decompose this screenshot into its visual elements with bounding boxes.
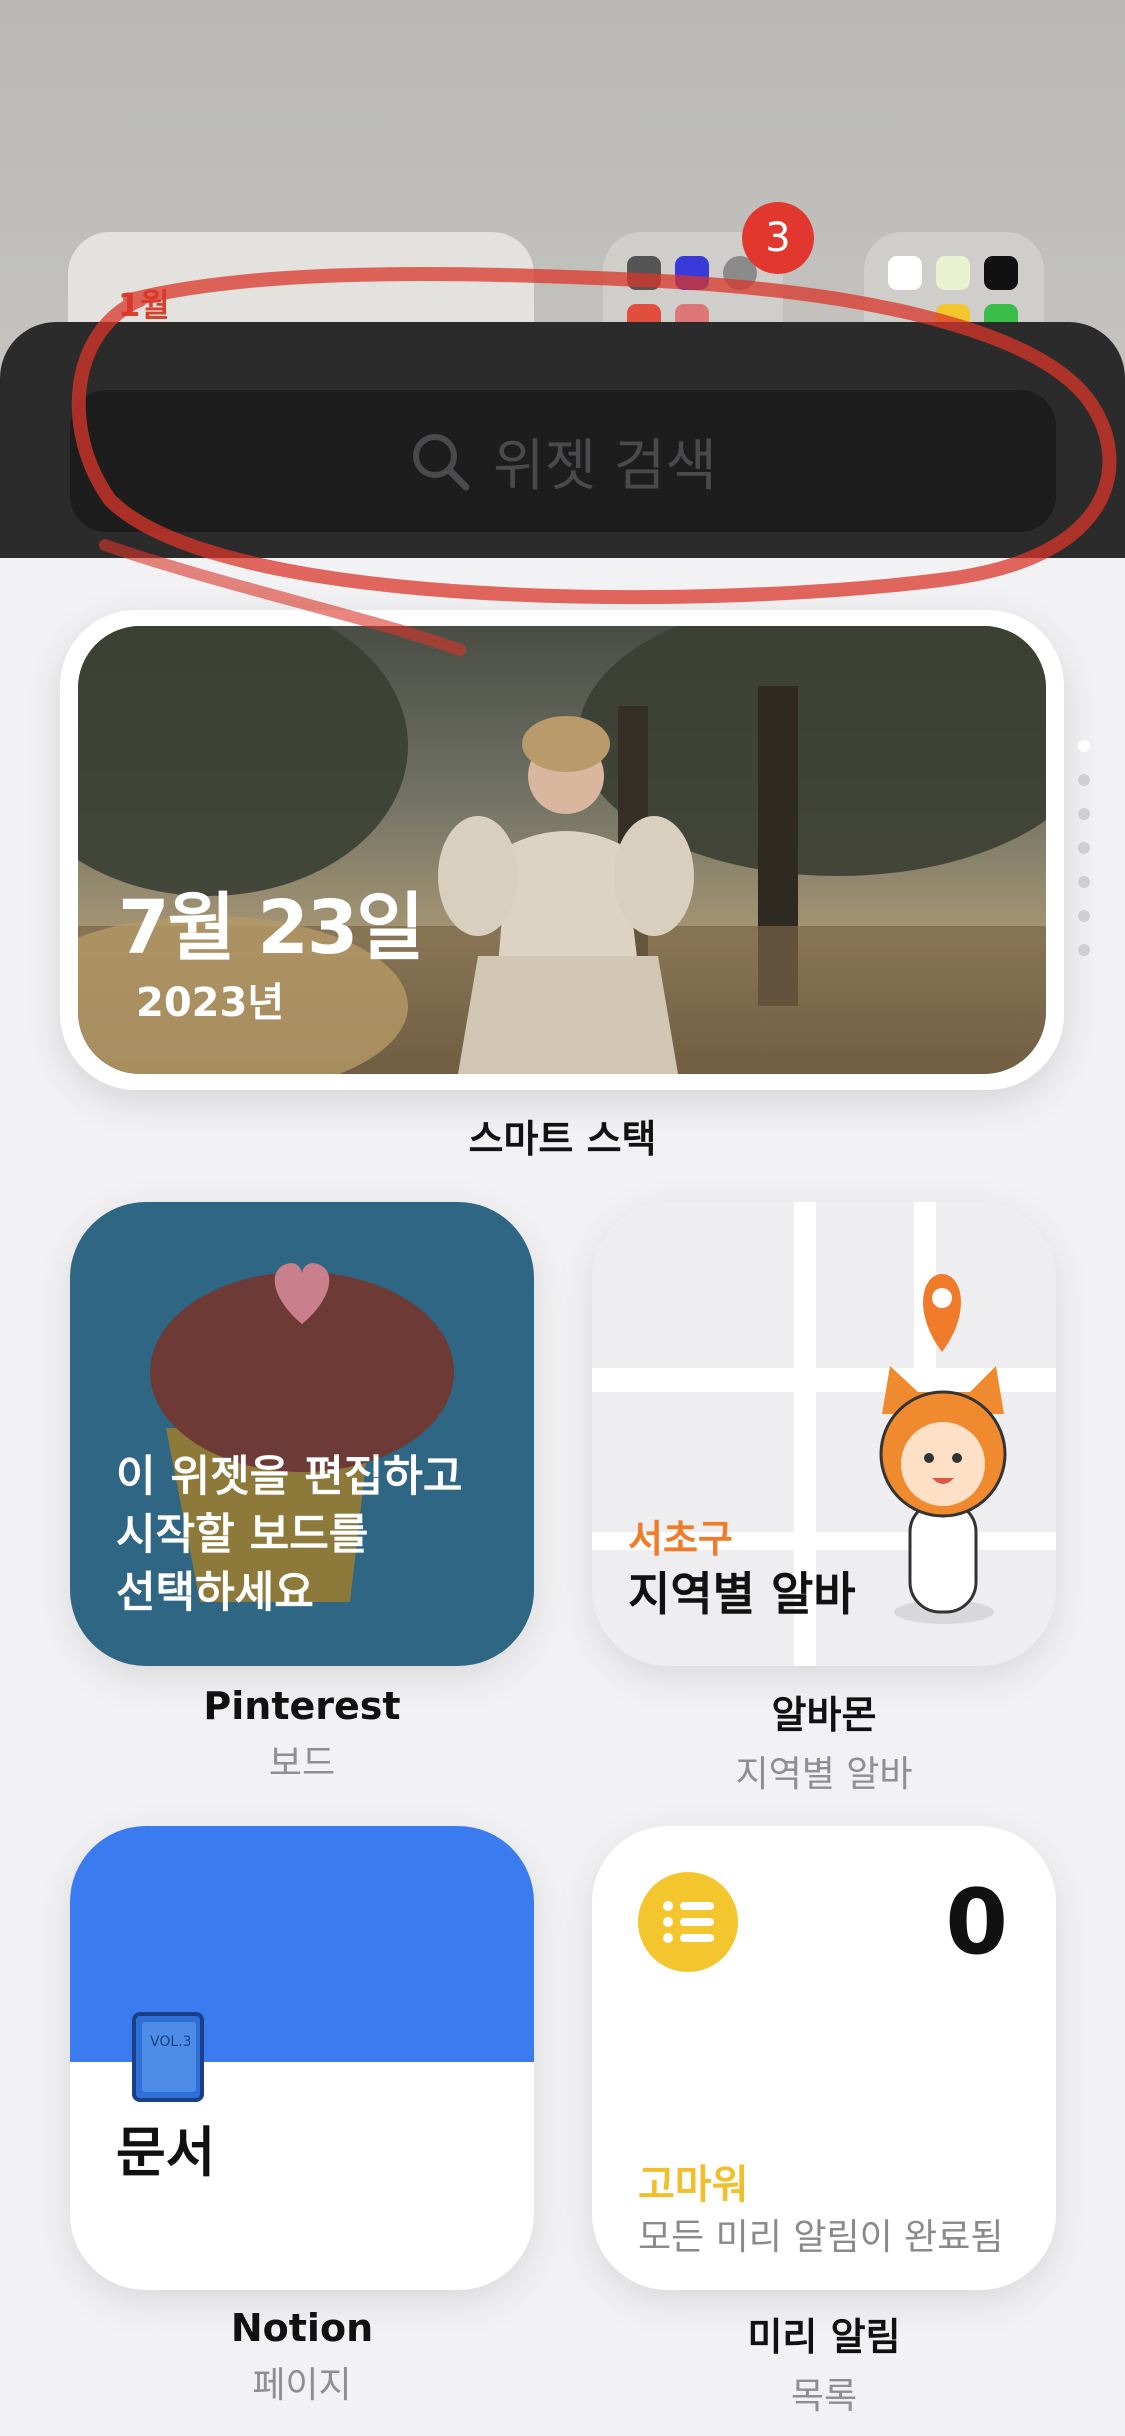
list-icon [638,1872,738,1972]
photo-widget-date: 7월 23일 [118,885,424,971]
page-dot [1078,910,1090,922]
pinterest-widget[interactable]: 이 위젯을 편집하고 시작할 보드를 선택하세요 [70,1202,534,1666]
app-icon [936,256,970,290]
page-dot [1078,944,1090,956]
widget-type: 지역별 알바 [735,1754,913,1795]
pinterest-widget-caption: Pinterest 보드 [70,1684,534,1786]
albamon-widget[interactable]: 서초구 지역별 알바 [592,1202,1056,1666]
widget-search-field[interactable]: 위젯 검색 [70,390,1056,532]
widget-app-name: Notion [230,2306,374,2350]
page-dot [1078,808,1090,820]
page-dot [1078,876,1090,888]
page-dot [1078,842,1090,854]
widget-app-name: Pinterest [203,1684,401,1728]
widget-app-name: 알바몬 [771,1693,877,1737]
page-dot [1078,774,1090,786]
notion-widget[interactable]: VOL.3 문서 [70,1826,534,2290]
reminders-widget-caption: 미리 알림 목록 [592,2306,1056,2419]
photo-widget-year: 2023년 [136,980,285,1026]
widget-app-name: 미리 알림 [747,2315,901,2359]
notification-badge: 3 [742,202,814,274]
naver-icon [888,256,922,290]
search-placeholder: 위젯 검색 [493,433,717,499]
reminder-status: 모든 미리 알림이 완료됨 [638,2217,1004,2258]
albamon-region: 서초구 [628,1517,733,1561]
reminders-widget[interactable]: 0 고마워 모든 미리 알림이 완료됨 [592,1826,1056,2290]
book-icon: VOL.3 [132,2012,204,2102]
search-icon [413,434,470,491]
albamon-title: 지역별 알바 [628,1567,856,1621]
app-icon [984,256,1018,290]
stack-page-indicator[interactable] [1078,740,1090,978]
reminder-thanks: 고마워 [638,2162,749,2208]
smart-stack-label: 스마트 스택 [468,1117,657,1161]
reminder-count: 0 [945,1870,1008,1975]
app-icon [675,256,709,290]
albamon-widget-caption: 알바몬 지역별 알바 [592,1684,1056,1797]
svg-text:VOL.3: VOL.3 [150,2034,192,2050]
notion-page-title: 문서 [116,2121,216,2184]
widget-type: 페이지 [252,2365,352,2406]
pinterest-widget-message: 이 위젯을 편집하고 시작할 보드를 선택하세요 [116,1452,463,1618]
calendar-month: 1월 [118,286,170,324]
notion-widget-caption: Notion 페이지 [70,2306,534,2408]
page-dot-active [1078,740,1090,752]
widget-type: 보드 [268,1743,336,1784]
widget-type: 목록 [790,2376,858,2417]
calculator-icon [627,256,661,290]
